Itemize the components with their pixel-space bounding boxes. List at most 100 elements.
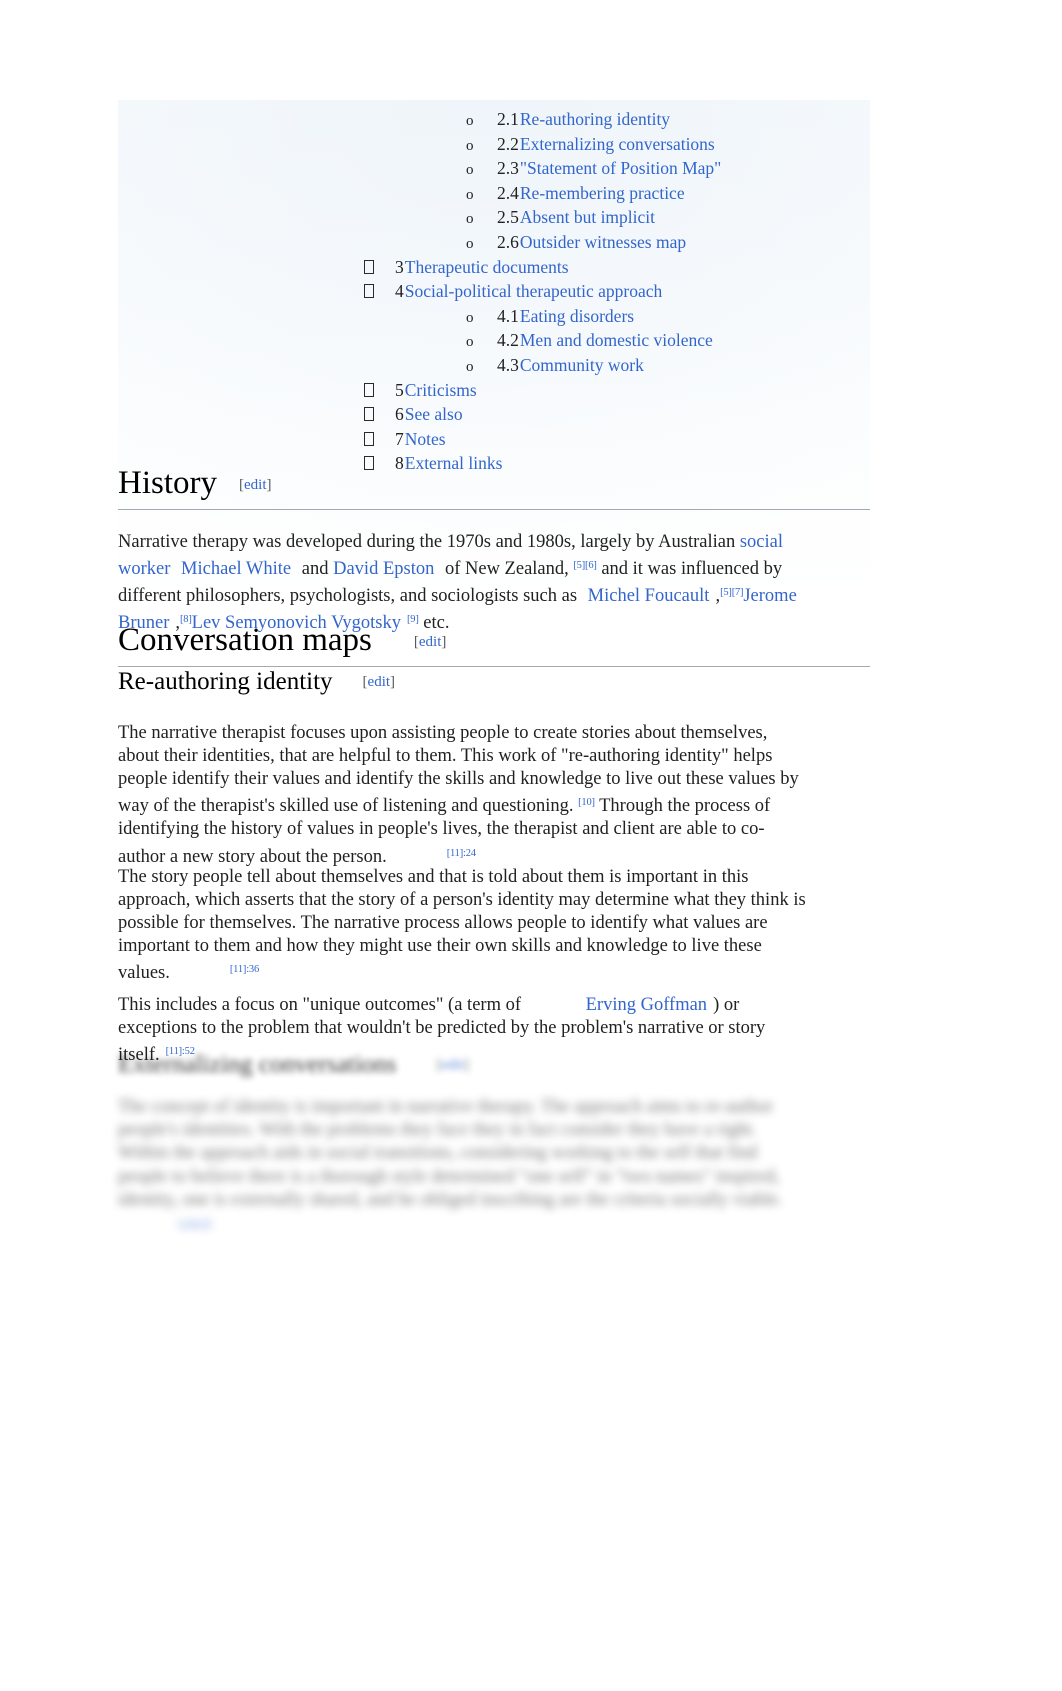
citation-ref-5-6[interactable]: [5][6] (573, 560, 596, 571)
toc-number: 7 (395, 428, 404, 449)
bullet-circle-icon: o (466, 186, 474, 203)
link-michael-white[interactable]: Michael White (181, 559, 291, 579)
bullet-circle-icon: o (466, 162, 474, 179)
citation-ref-11-p24[interactable]: [11]:24 (447, 848, 476, 859)
toc-link[interactable]: Social-political therapeutic approach (405, 280, 663, 303)
edit-section-link-reauthoring[interactable]: [edit] (363, 674, 396, 690)
toc-link[interactable]: "Statement of Position Map" (520, 157, 721, 180)
heading-text: Re-authoring identity (118, 668, 333, 695)
toc-link[interactable]: Community work (520, 354, 644, 377)
bullet-circle-icon: o (466, 235, 474, 252)
toc-number: 4.3 (497, 354, 519, 375)
reauthoring-paragraph-1: The narrative therapist focuses upon ass… (118, 722, 808, 869)
edit-link[interactable]: edit (419, 634, 442, 650)
page-section-heading-history: History [edit] (118, 463, 870, 511)
link-michel-foucault[interactable]: Michel Foucault (588, 586, 710, 606)
toc-item[interactable]: o 2.4 Re-membering practice (118, 182, 870, 207)
toc-number: 2.4 (497, 182, 519, 203)
text-run: The concept of identity is important in … (118, 1097, 783, 1210)
text-run: of New Zealand, (440, 558, 574, 579)
toc-link[interactable]: Therapeutic documents (405, 256, 569, 279)
toc-number: 6 (395, 404, 404, 425)
toc-item[interactable]: o 2.1 Re-authoring identity (118, 108, 870, 133)
toc-link[interactable]: Eating disorders (520, 305, 634, 328)
bracket-close: ] (441, 634, 447, 650)
toc-item[interactable]: 7 Notes (118, 428, 870, 453)
article-page: o 2.1 Re-authoring identity o 2.2 Extern… (0, 0, 1062, 1691)
link-erving-goffman[interactable]: Erving Goffman (586, 995, 707, 1015)
toc-link[interactable]: Men and domestic violence (520, 329, 713, 352)
bullet-circle-icon: o (466, 211, 474, 228)
toc-number: 4.2 (497, 330, 519, 351)
toc-item[interactable]: o 2.2 Externalizing conversations (118, 133, 870, 158)
reauthoring-paragraph-2: The story people tell about themselves a… (118, 866, 808, 986)
toc-link[interactable]: Externalizing conversations (520, 133, 715, 156)
text-run (170, 559, 175, 579)
toc-item[interactable]: o 4.2 Men and domestic violence (118, 329, 870, 354)
text-run: The story people tell about themselves a… (118, 866, 806, 984)
bullet-circle-icon: o (466, 309, 474, 326)
toc-item[interactable]: o 2.3 "Statement of Position Map" (118, 157, 870, 182)
toc-link[interactable]: See also (405, 403, 463, 426)
page-subsection-heading-externalizing-conversations: Externalizing conversations [edit] (118, 1050, 870, 1080)
toc-item[interactable]: o 2.6 Outsider witnesses map (118, 231, 870, 256)
heading-text: Conversation maps (118, 622, 372, 658)
text-run: Narrative therapy was developed during t… (118, 531, 740, 552)
toc-number: 2.6 (497, 231, 519, 252)
edit-link[interactable]: edit (244, 477, 267, 493)
toc-link[interactable]: Absent but implicit (520, 206, 655, 229)
text-run: and (297, 558, 334, 579)
citation-ref-12-13[interactable]: [12][13] (178, 1218, 212, 1229)
bullet-circle-icon: o (466, 113, 474, 129)
toc-number: 2.2 (497, 133, 519, 154)
fading-content-region: Externalizing conversations [edit] The co… (118, 1050, 870, 1240)
toc-number: 4 (395, 281, 404, 302)
edit-section-link-history[interactable]: [edit] (239, 477, 272, 493)
bullet-tofu-icon (364, 405, 395, 428)
edit-link[interactable]: edit (368, 674, 391, 690)
text-run: This includes a focus on "unique outcome… (118, 994, 526, 1015)
toc-item[interactable]: 3 Therapeutic documents (118, 256, 870, 281)
toc-number: 2.3 (497, 158, 519, 179)
bullet-circle-icon: o (466, 137, 474, 154)
toc-number: 3 (395, 256, 404, 277)
link-david-epston[interactable]: David Epston (333, 559, 434, 579)
toc-item[interactable]: 4 Social-political therapeutic approach (118, 280, 870, 305)
bullet-tofu-icon (364, 381, 395, 404)
toc-item[interactable]: 5 Criticisms (118, 379, 870, 404)
page-subsection-heading-reauthoring-identity: Re-authoring identity [edit] (118, 666, 870, 697)
citation-ref-11-p36[interactable]: [11]:36 (230, 964, 259, 975)
toc-item[interactable]: 6 See also (118, 403, 870, 428)
heading-text: History (118, 465, 217, 501)
page-section-heading-conversation-maps: Conversation maps [edit] (118, 620, 870, 668)
bracket-close: ] (390, 674, 396, 690)
bullet-circle-icon: o (466, 358, 474, 375)
edit-section-link-externalizing[interactable]: [edit] (436, 1057, 469, 1073)
toc-link[interactable]: Re-membering practice (520, 182, 685, 205)
edit-link[interactable]: edit (441, 1057, 464, 1073)
toc-item[interactable]: o 4.3 Community work (118, 354, 870, 379)
toc-link[interactable]: Criticisms (405, 379, 477, 402)
bullet-tofu-icon (364, 430, 395, 453)
toc-link[interactable]: Re-authoring identity (520, 108, 670, 131)
toc-number: 2.5 (497, 207, 519, 228)
heading-text: Externalizing conversations (118, 1051, 397, 1078)
toc-list: o 2.1 Re-authoring identity o 2.2 Extern… (118, 108, 870, 477)
bracket-close: ] (463, 1057, 469, 1073)
toc-item[interactable]: o 2.5 Absent but implicit (118, 206, 870, 231)
bullet-circle-icon: o (466, 334, 474, 351)
citation-ref-10[interactable]: [10] (578, 797, 595, 808)
bullet-tofu-icon (364, 258, 395, 281)
toc-number: 2.1 (497, 109, 519, 129)
toc-link[interactable]: Outsider witnesses map (520, 231, 686, 254)
toc-number: 5 (395, 379, 404, 400)
table-of-contents: o 2.1 Re-authoring identity o 2.2 Extern… (118, 108, 870, 477)
edit-section-link-conversation-maps[interactable]: [edit] (414, 634, 447, 650)
citation-ref-5-7[interactable]: [5][7] (720, 587, 743, 598)
toc-number: 4.1 (497, 305, 519, 326)
bullet-tofu-icon (364, 282, 395, 305)
toc-item[interactable]: o 4.1 Eating disorders (118, 305, 870, 330)
bracket-close: ] (266, 477, 272, 493)
toc-link[interactable]: Notes (405, 428, 446, 451)
externalizing-paragraph-1: The concept of identity is important in … (118, 1096, 804, 1239)
